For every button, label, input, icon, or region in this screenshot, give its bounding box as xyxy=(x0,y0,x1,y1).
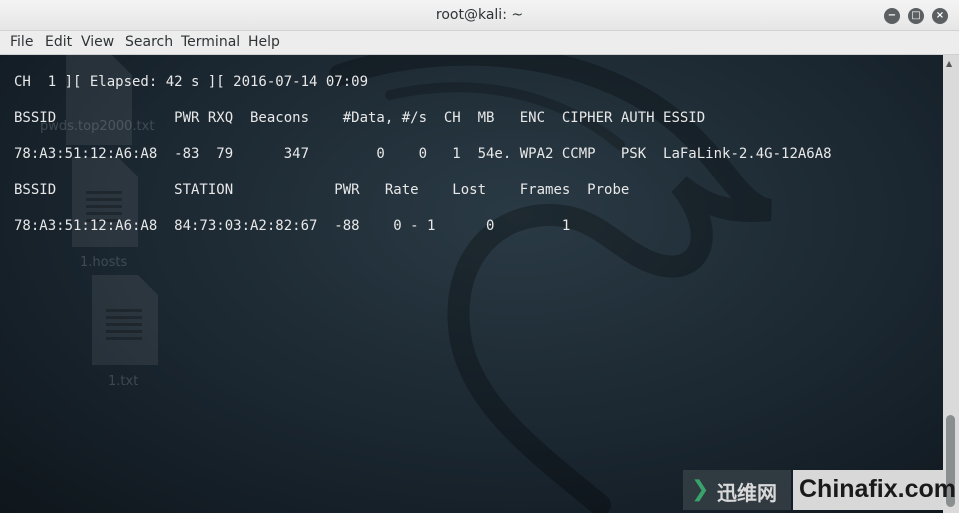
menu-bar: File Edit View Search Terminal Help xyxy=(0,31,959,55)
file-icon xyxy=(92,275,158,365)
close-button[interactable]: × xyxy=(932,8,948,24)
menu-terminal[interactable]: Terminal xyxy=(181,34,240,50)
terminal-line: BSSID PWR RXQ Beacons #Data, #/s CH MB E… xyxy=(14,110,706,126)
desktop-icon-label: 1.hosts xyxy=(80,255,128,270)
desktop-icon-label: 1.txt xyxy=(108,374,139,389)
watermark-left: ❯ 迅维网 xyxy=(683,470,791,510)
terminal-line: 78:A3:51:12:A6:A8 -83 79 347 0 0 1 54e. … xyxy=(14,146,832,162)
title-bar[interactable]: root@kali: ~ − □ × xyxy=(0,0,959,31)
minimize-button[interactable]: − xyxy=(884,8,900,24)
terminal-output[interactable]: pwds.top2000.txt 1.hosts 1.txt CH 1 ][ E… xyxy=(0,55,943,513)
terminal-line: CH 1 ][ Elapsed: 42 s ][ 2016-07-14 07:0… xyxy=(14,74,369,90)
watermark-arrow-icon: ❯ xyxy=(691,477,710,502)
watermark-right: Chinafix.com xyxy=(793,470,956,510)
vertical-scrollbar[interactable]: ▲ xyxy=(943,55,959,513)
maximize-button[interactable]: □ xyxy=(908,8,924,24)
menu-search[interactable]: Search xyxy=(125,34,173,50)
watermark-text: 迅维网 xyxy=(717,481,777,505)
watermark-text: Chinafix.com xyxy=(799,475,956,503)
scroll-up-arrow-icon[interactable]: ▲ xyxy=(946,59,952,68)
window-title: root@kali: ~ xyxy=(435,7,524,23)
file-icon xyxy=(72,157,138,247)
terminal-line: 78:A3:51:12:A6:A8 84:73:03:A2:82:67 -88 … xyxy=(14,218,571,234)
menu-file[interactable]: File xyxy=(10,34,33,50)
menu-help[interactable]: Help xyxy=(248,34,280,50)
menu-edit[interactable]: Edit xyxy=(45,34,72,50)
terminal-line: BSSID STATION PWR Rate Lost Frames Probe xyxy=(14,182,630,198)
menu-view[interactable]: View xyxy=(81,34,114,50)
